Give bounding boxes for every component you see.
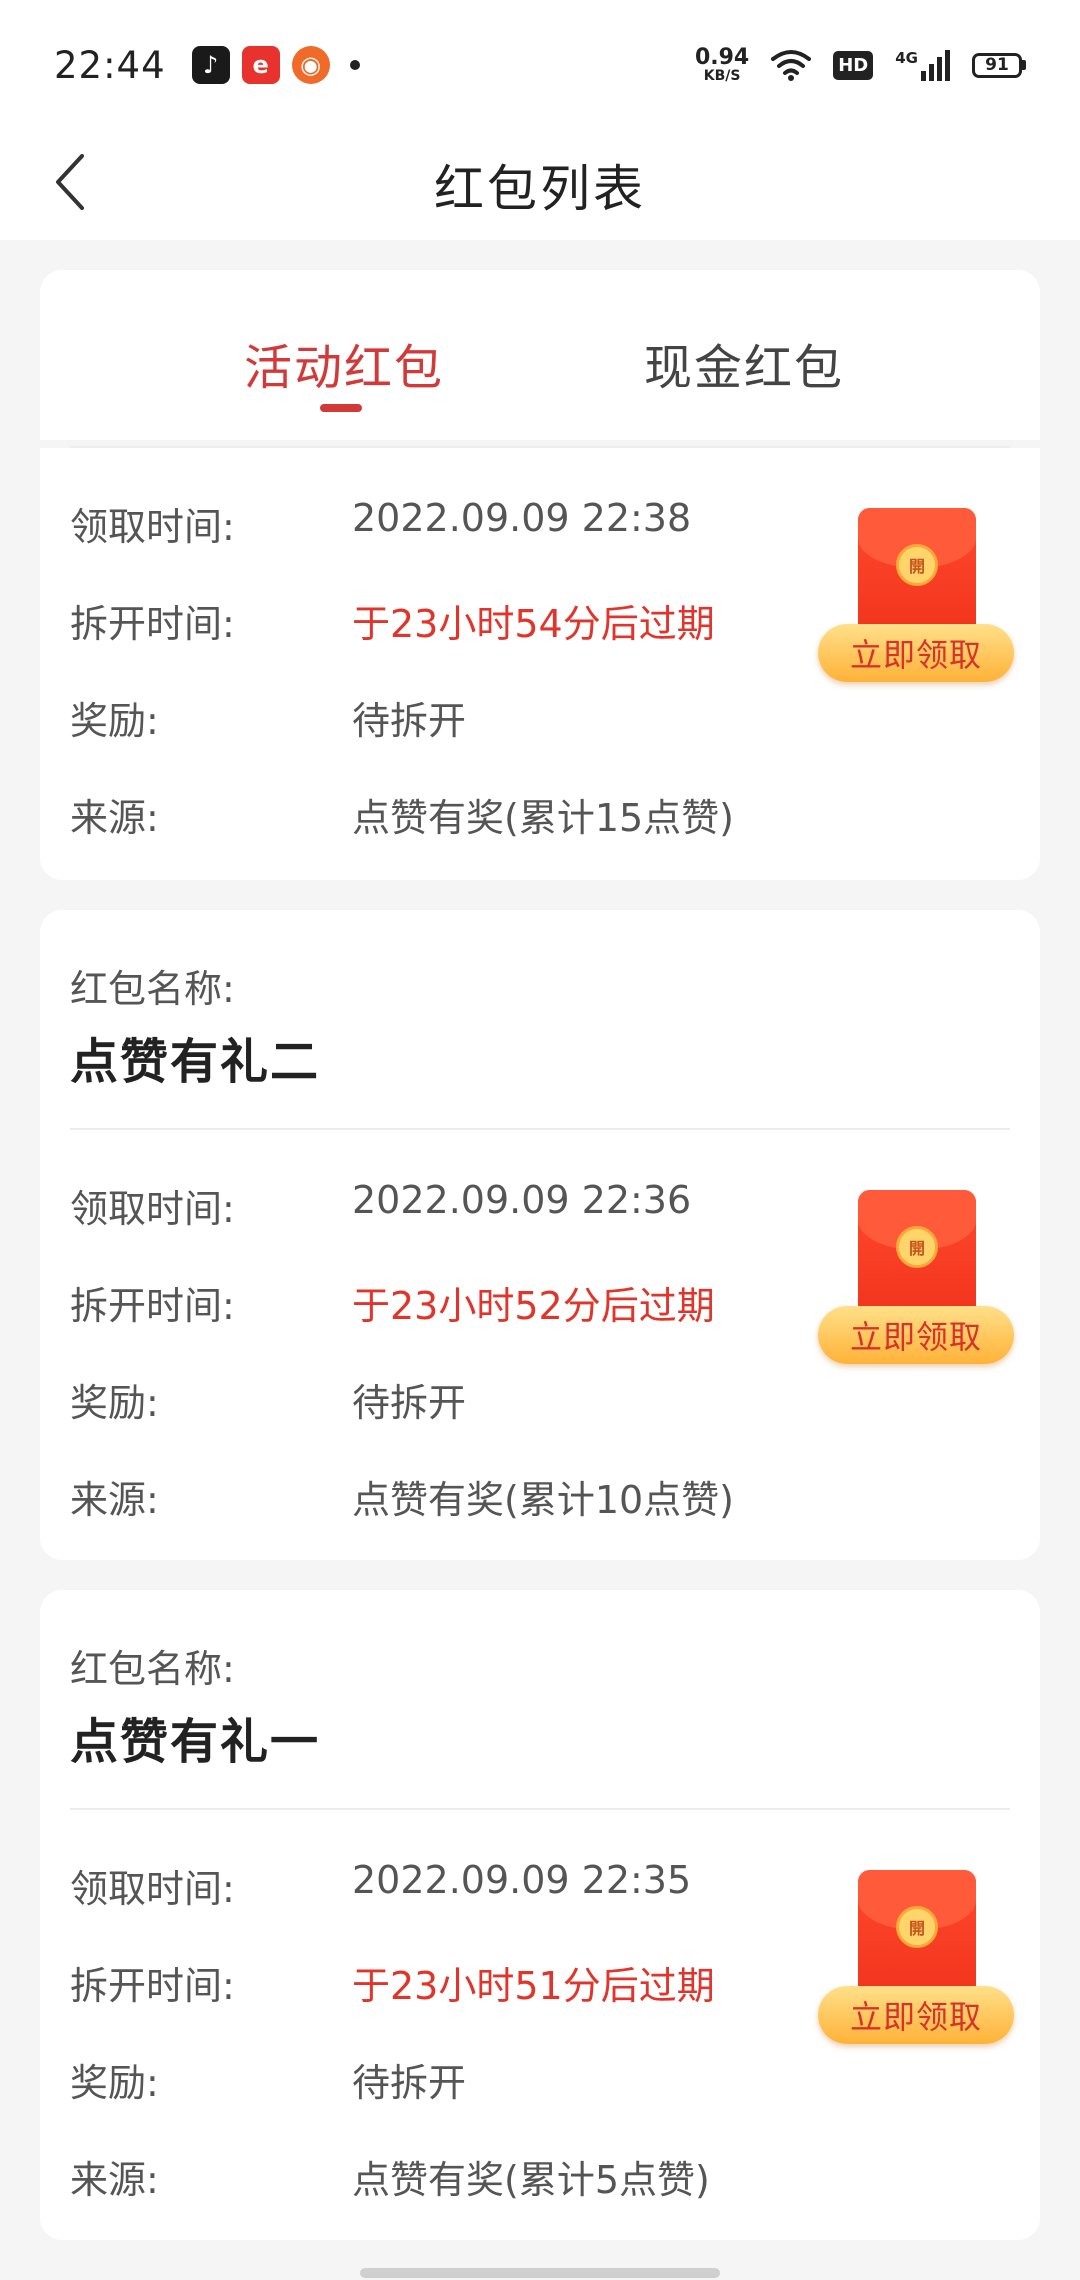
received-time-value: 2022.09.09 22:35 xyxy=(352,1858,692,1902)
packet-name-value: 点赞有礼二 xyxy=(70,1034,321,1090)
battery-level: 91 xyxy=(972,52,1022,78)
reward-value: 待拆开 xyxy=(352,699,467,743)
red-envelope[interactable]: 開 立即领取 xyxy=(818,1190,1018,1370)
battery-icon: 91 xyxy=(972,52,1026,78)
signal-bar xyxy=(937,57,942,81)
claim-button[interactable]: 立即领取 xyxy=(818,624,1014,682)
notification-icons: ♪ e ◉ xyxy=(191,46,360,84)
chevron-left-icon xyxy=(56,154,84,210)
envelope-seal: 開 xyxy=(896,544,938,586)
red-envelope[interactable]: 開 立即领取 xyxy=(818,508,1018,688)
network-speed-unit: KB/S xyxy=(703,68,741,84)
divider xyxy=(70,1128,1010,1130)
hd-badge: HD xyxy=(833,50,874,80)
red-envelope-icon: 開 xyxy=(858,1870,976,2002)
open-time-label: 拆开时间: xyxy=(70,1964,235,2008)
claim-button[interactable]: 立即领取 xyxy=(818,1986,1014,2044)
red-envelope-icon: 開 xyxy=(858,1190,976,1322)
page-title: 红包列表 xyxy=(434,160,646,218)
source-value: 点赞有奖(累计5点赞) xyxy=(352,2158,710,2202)
battery-tip xyxy=(1022,60,1026,70)
open-time-value: 于23小时54分后过期 xyxy=(352,602,715,646)
divider xyxy=(70,1808,1010,1810)
back-button[interactable] xyxy=(30,142,110,222)
claim-button[interactable]: 立即领取 xyxy=(818,1306,1014,1364)
red-packet-card: 红包名称: 点赞有礼一 领取时间: 2022.09.09 22:35 拆开时间:… xyxy=(40,1590,1040,2240)
reward-label: 奖励: xyxy=(70,699,159,743)
app-e-icon: e xyxy=(241,46,280,84)
tiktok-icon: ♪ xyxy=(191,46,230,84)
reward-label: 奖励: xyxy=(70,1381,159,1425)
app-bag-icon: ◉ xyxy=(291,46,330,84)
received-time-value: 2022.09.09 22:38 xyxy=(352,496,692,540)
cellular-signal-icon: 4G xyxy=(895,49,950,81)
navigation-header: 红包列表 xyxy=(0,130,1080,240)
signal-bar xyxy=(945,50,950,81)
received-time-label: 领取时间: xyxy=(70,505,235,549)
red-envelope[interactable]: 開 立即领取 xyxy=(818,1870,1018,2050)
network-type: 4G xyxy=(895,49,918,67)
reward-label: 奖励: xyxy=(70,2061,159,2105)
red-packet-card: 领取时间: 2022.09.09 22:38 拆开时间: 于23小时54分后过期… xyxy=(40,448,1040,880)
network-speed: 0.94 KB/S xyxy=(694,45,750,84)
open-time-value: 于23小时51分后过期 xyxy=(352,1964,715,2008)
packet-name-value: 点赞有礼一 xyxy=(70,1714,321,1770)
red-packet-card: 红包名称: 点赞有礼二 领取时间: 2022.09.09 22:36 拆开时间:… xyxy=(40,910,1040,1560)
source-label: 来源: xyxy=(70,796,159,840)
envelope-seal: 開 xyxy=(896,1906,938,1948)
active-tab-indicator xyxy=(320,404,362,412)
signal-bar xyxy=(929,64,934,81)
open-time-label: 拆开时间: xyxy=(70,1284,235,1328)
system-status: 0.94 KB/S HD 4G 91 xyxy=(695,47,1026,83)
received-time-value: 2022.09.09 22:36 xyxy=(352,1178,692,1222)
status-time: 22:44 xyxy=(54,43,166,87)
status-bar: 22:44 ♪ e ◉ 0.94 KB/S HD 4G 91 xyxy=(0,0,1080,130)
source-value: 点赞有奖(累计10点赞) xyxy=(352,1478,735,1522)
network-speed-value: 0.94 xyxy=(694,45,750,70)
open-time-value: 于23小时52分后过期 xyxy=(352,1284,715,1328)
notification-dot xyxy=(349,60,360,70)
envelope-seal: 開 xyxy=(896,1226,938,1268)
reward-value: 待拆开 xyxy=(352,2061,467,2105)
source-label: 来源: xyxy=(70,2158,159,2202)
tab-activity-red-packet[interactable]: 活动红包 xyxy=(244,328,444,398)
received-time-label: 领取时间: xyxy=(70,1867,235,1911)
reward-value: 待拆开 xyxy=(352,1381,467,1425)
packet-name-label: 红包名称: xyxy=(70,1647,235,1691)
tab-cash-red-packet[interactable]: 现金红包 xyxy=(644,328,844,398)
signal-bar xyxy=(921,71,926,81)
wifi-icon xyxy=(771,50,812,81)
source-label: 来源: xyxy=(70,1478,159,1522)
received-time-label: 领取时间: xyxy=(70,1187,235,1231)
packet-name-label: 红包名称: xyxy=(70,967,235,1011)
source-value: 点赞有奖(累计15点赞) xyxy=(352,796,735,840)
home-indicator[interactable] xyxy=(360,2268,720,2278)
tab-bar: 活动红包 现金红包 xyxy=(40,270,1040,440)
red-envelope-icon: 開 xyxy=(858,508,976,640)
open-time-label: 拆开时间: xyxy=(70,602,235,646)
